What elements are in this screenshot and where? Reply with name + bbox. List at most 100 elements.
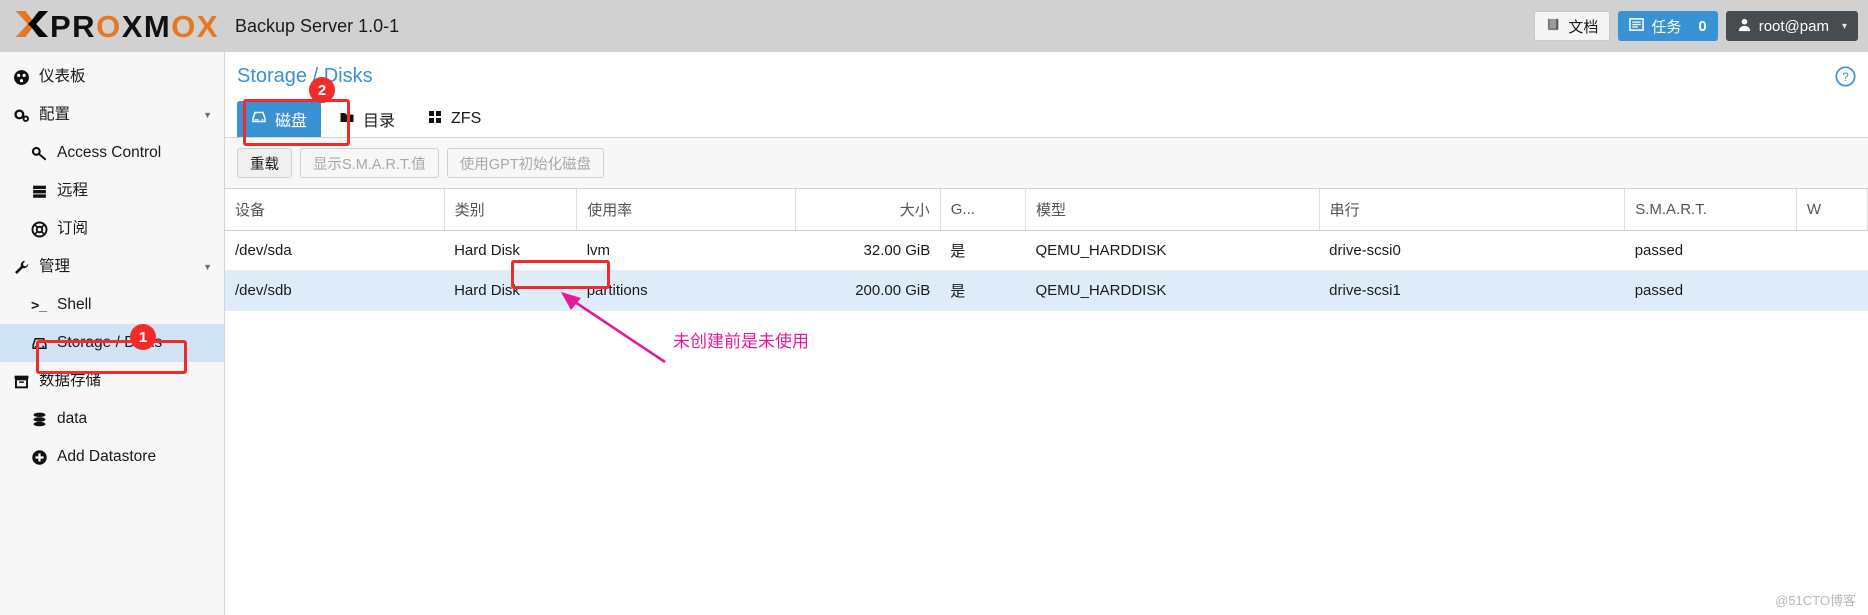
chevron-down-icon[interactable]: ▼	[203, 262, 212, 272]
column-header-type[interactable]: 类别	[444, 189, 578, 231]
cell-size: 32.00 GiB	[795, 230, 941, 271]
annotation-marker-2: 2	[309, 77, 335, 103]
sidebar-item-label: 订阅	[57, 220, 89, 238]
table-row[interactable]: /dev/sda Hard Disk lvm 32.00 GiB 是 QEMU_…	[225, 230, 1868, 271]
tasks-icon	[1629, 17, 1645, 35]
cell-device: /dev/sdb	[225, 270, 445, 311]
documentation-button[interactable]: 文档	[1534, 11, 1611, 41]
key-icon	[28, 145, 50, 162]
tab-label: 磁盘	[275, 113, 308, 130]
column-header-size[interactable]: 大小	[795, 189, 941, 231]
gear-icon	[10, 107, 32, 124]
folder-icon	[339, 109, 355, 129]
sidebar-item-dashboard[interactable]: 仪表板	[0, 58, 224, 96]
watermark: @51CTO博客	[1775, 593, 1856, 608]
initialize-disk-gpt-button[interactable]: 使用GPT初始化磁盘	[446, 148, 605, 178]
tab-label: ZFS	[451, 110, 482, 127]
user-icon	[1737, 17, 1752, 35]
tab-label: 目录	[363, 113, 396, 130]
sidebar-item-management[interactable]: 管理 ▼	[0, 248, 224, 286]
cell-usage: lvm	[576, 230, 796, 271]
proxmox-x-icon	[14, 8, 50, 45]
column-header-serial[interactable]: 串行	[1319, 189, 1626, 231]
help-circle-icon[interactable]: ?	[1835, 66, 1856, 92]
sidebar-item-subscription[interactable]: 订阅	[0, 210, 224, 248]
column-header-gpt[interactable]: G...	[940, 189, 1027, 231]
wrench-icon	[10, 259, 32, 276]
app-body: 仪表板 配置 ▼ Access Control 远程 订阅 管理 ▼ >_ Sh…	[0, 52, 1868, 615]
tasks-button[interactable]: 任务 0	[1618, 11, 1718, 41]
sidebar-item-add-datastore[interactable]: Add Datastore	[0, 438, 224, 476]
app-header: PROXMOX Backup Server 1.0-1 文档 任务 0 root…	[0, 0, 1868, 52]
server-icon	[28, 183, 50, 200]
proxmox-logo: PROXMOX	[14, 8, 219, 45]
tab-directory[interactable]: 目录	[325, 101, 409, 137]
column-header-wearout[interactable]: W	[1796, 189, 1868, 231]
sidebar-item-label: Access Control	[57, 144, 162, 162]
sidebar-item-datastore[interactable]: 数据存储	[0, 362, 224, 400]
tab-zfs[interactable]: ZFS	[413, 101, 495, 137]
page-title: Storage / Disks	[237, 65, 373, 87]
reload-button[interactable]: 重载	[237, 148, 292, 178]
column-header-usage[interactable]: 使用率	[576, 189, 797, 231]
archive-icon	[10, 373, 32, 390]
cell-model: QEMU_HARDDISK	[1025, 230, 1320, 271]
sidebar-item-access-control[interactable]: Access Control	[0, 134, 224, 172]
sidebar-item-label: 管理	[39, 258, 71, 276]
sidebar-item-label: Add Datastore	[57, 448, 157, 466]
column-header-smart[interactable]: S.M.A.R.T.	[1624, 189, 1797, 231]
chevron-down-icon: ▾	[1841, 20, 1847, 32]
disks-table: 设备 类别 使用率 大小 G... 模型 串行 S.M.A.R.T. W /de…	[225, 189, 1868, 311]
chevron-down-icon[interactable]: ▼	[203, 110, 212, 120]
cell-model: QEMU_HARDDISK	[1025, 270, 1320, 311]
tab-disks[interactable]: 磁盘	[237, 101, 322, 137]
grid-icon	[427, 109, 443, 129]
cell-smart: passed	[1624, 270, 1797, 311]
documentation-label: 文档	[1568, 18, 1599, 36]
cell-usage: partitions	[576, 270, 796, 311]
cell-type: Hard Disk	[444, 230, 577, 271]
annotation-note: 未创建前是未使用	[673, 332, 809, 351]
plus-circle-icon	[28, 449, 50, 466]
cell-serial: drive-scsi0	[1319, 230, 1625, 271]
sidebar: 仪表板 配置 ▼ Access Control 远程 订阅 管理 ▼ >_ Sh…	[0, 52, 225, 615]
sidebar-item-remote[interactable]: 远程	[0, 172, 224, 210]
disk-icon	[28, 335, 50, 352]
svg-text:?: ?	[1842, 70, 1849, 84]
tasks-label: 任务	[1651, 18, 1682, 36]
terminal-icon: >_	[31, 297, 47, 313]
column-header-model[interactable]: 模型	[1025, 189, 1320, 231]
sidebar-item-storage-disks[interactable]: Storage / Disks	[0, 324, 224, 362]
table-row[interactable]: /dev/sdb Hard Disk partitions 200.00 GiB…	[225, 270, 1868, 311]
user-menu-button[interactable]: root@pam ▾	[1725, 11, 1858, 41]
disk-icon	[251, 109, 267, 129]
cell-wearout	[1796, 270, 1868, 311]
sidebar-item-label: Shell	[57, 296, 92, 314]
cell-device: /dev/sda	[225, 230, 445, 271]
sidebar-item-label: 配置	[39, 106, 71, 124]
sidebar-item-label: 远程	[57, 182, 89, 200]
cell-wearout	[1796, 230, 1868, 271]
main-content: Storage / Disks 磁盘 目录 ZFS 重载 显示S.M.A.R.T…	[225, 52, 1868, 615]
sidebar-item-shell[interactable]: >_ Shell	[0, 286, 224, 324]
tasks-count: 0	[1698, 17, 1707, 35]
cell-gpt: 是	[940, 270, 1026, 311]
product-title: Backup Server 1.0-1	[235, 16, 400, 36]
cell-smart: passed	[1624, 230, 1797, 271]
column-header-device[interactable]: 设备	[225, 189, 445, 231]
dashboard-icon	[10, 69, 32, 86]
cell-size: 200.00 GiB	[795, 270, 941, 311]
proxmox-wordmark: PROXMOX	[50, 8, 220, 44]
cell-serial: drive-scsi1	[1319, 270, 1625, 311]
lifering-icon	[28, 221, 50, 238]
sidebar-item-configuration[interactable]: 配置 ▼	[0, 96, 224, 134]
table-toolbar: 重载 显示S.M.A.R.T.值 使用GPT初始化磁盘	[225, 138, 1868, 189]
sidebar-item-data[interactable]: data	[0, 400, 224, 438]
database-icon	[28, 411, 50, 428]
book-icon	[1546, 17, 1561, 35]
sidebar-item-label: 数据存储	[39, 372, 102, 390]
show-smart-values-button[interactable]: 显示S.M.A.R.T.值	[300, 148, 439, 178]
tab-bar: 磁盘 目录 ZFS	[225, 86, 1868, 138]
header-actions: 文档 任务 0 root@pam ▾	[1534, 11, 1858, 41]
sidebar-item-label: data	[57, 410, 88, 428]
